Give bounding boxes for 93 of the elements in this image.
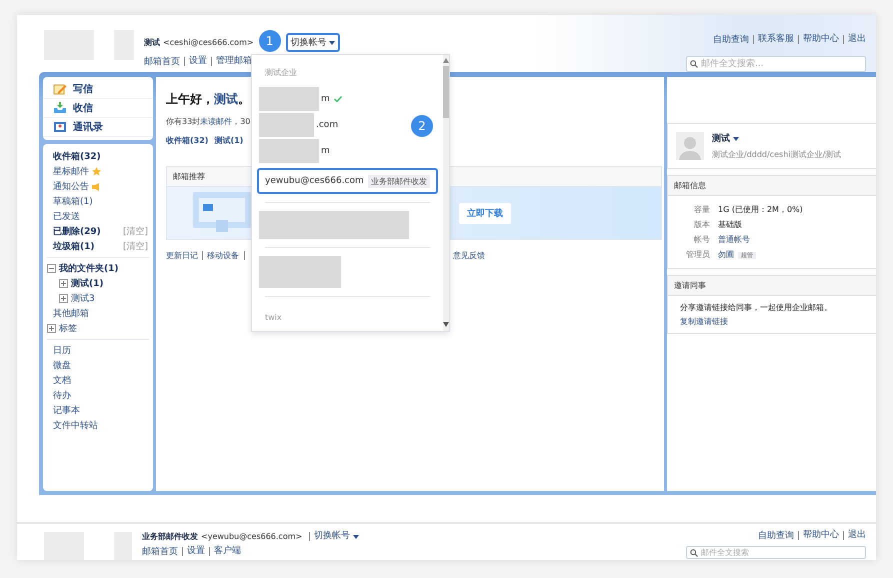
group-label: twix [264, 312, 283, 324]
search-icon [690, 60, 698, 68]
folder-link[interactable]: 我的文件夹(1) [59, 262, 118, 275]
nav-link[interactable]: 客户端 [209, 547, 241, 556]
nav-link[interactable]: 自助查询 [758, 529, 794, 542]
caret-icon [328, 40, 335, 44]
logo-placeholder [114, 532, 132, 560]
unread-text: 你有33封未读邮件，30 [166, 116, 250, 127]
scroll-up-icon[interactable] [443, 58, 449, 63]
inbox-tray-icon [53, 102, 67, 114]
redacted-block [259, 87, 319, 111]
nav-link[interactable]: 退出 [843, 35, 866, 44]
logo-placeholder [44, 532, 84, 560]
nav-link[interactable]: 邮箱首页 [142, 545, 178, 558]
scrollbar[interactable] [442, 55, 449, 331]
nav-link[interactable]: 联系客服 [753, 35, 794, 44]
step-badge: 1 [258, 30, 281, 52]
nav-link[interactable]: 帮助中心 [798, 35, 839, 44]
folder-link[interactable]: 测试3 [71, 292, 95, 305]
footer-link[interactable]: 意见反馈 [453, 250, 485, 261]
star-icon [92, 167, 101, 176]
info-value: 基础版 [718, 220, 742, 229]
folder-link[interactable]: 测试(1) [71, 277, 104, 290]
app-link[interactable]: 文件中转站 [53, 419, 98, 432]
folder-link[interactable]: 已删除(29) [53, 225, 101, 238]
scroll-thumb[interactable] [442, 66, 449, 118]
folder-link[interactable]: 收件箱(32) [53, 150, 101, 163]
folder-link[interactable]: 通知公告 [53, 180, 89, 193]
nav-link[interactable]: 退出 [843, 531, 866, 540]
folder-link[interactable]: 标签 [59, 322, 77, 335]
expand-icon[interactable] [59, 279, 68, 288]
collapse-icon[interactable] [47, 264, 56, 273]
info-label: 管理员 [685, 249, 710, 260]
folder-link[interactable]: 测试(1) [214, 135, 244, 146]
pencil-note-icon [53, 83, 67, 95]
switch-account-link[interactable]: 切换帐号 [309, 532, 350, 541]
org-path: 测试企业/dddd/ceshi测试企业/测试 [712, 149, 842, 160]
redacted-block [259, 139, 319, 163]
app-link[interactable]: 日历 [53, 344, 71, 357]
user-name: 测试 [144, 37, 160, 48]
user-email: <yewubu@ces666.com> [201, 532, 302, 541]
folder-link[interactable]: 其他邮箱 [53, 307, 89, 320]
group-label: 测试企业 [264, 67, 298, 79]
folder-link[interactable]: 星标邮件 [53, 165, 89, 178]
folder-link[interactable]: 垃圾箱(1) [53, 240, 94, 253]
action-link[interactable]: 写信 [43, 80, 153, 99]
info-link[interactable]: 普通帐号 [718, 235, 750, 244]
redacted-block [259, 113, 314, 137]
nav-link[interactable]: 设置 [182, 547, 205, 556]
account-item[interactable]: yewubu@ces666.com 业务部邮件收发 [257, 168, 438, 194]
download-button[interactable]: 立即下载 [459, 202, 511, 224]
user-name: 业务部邮件收发 [142, 531, 198, 542]
footer-link[interactable]: 更新日记 [166, 250, 198, 261]
app-link[interactable]: 待办 [53, 389, 71, 402]
footer-link[interactable]: 移动设备 [202, 251, 239, 260]
invite-link[interactable]: 复制邀请链接 [680, 316, 728, 327]
folder-link[interactable]: 草稿箱(1) [53, 195, 93, 208]
nav-link[interactable]: 邮箱首页 [144, 55, 180, 68]
info-label: 帐号 [693, 234, 710, 245]
caret-icon [353, 534, 360, 538]
user-link[interactable]: 测试 [214, 92, 238, 106]
app-link[interactable]: 文档 [53, 374, 71, 387]
nav-link[interactable]: 帮助中心 [798, 531, 839, 540]
nav-link[interactable]: 设置 [184, 57, 207, 66]
folder-link[interactable]: 收件箱(32) [166, 135, 208, 146]
scroll-down-icon[interactable] [443, 322, 449, 327]
info-label: 容量 [693, 204, 710, 215]
avatar-silhouette-icon [676, 132, 704, 160]
switch-account-button[interactable]: 切换帐号 [286, 33, 340, 52]
card-title: 邀请同事 [668, 276, 876, 296]
expand-icon[interactable] [59, 294, 68, 303]
search-icon [690, 548, 698, 556]
search-field[interactable]: 邮件全文搜索... [686, 56, 866, 72]
caret-icon [733, 136, 739, 140]
info-value: 1G (已使用：2M，0%) [718, 205, 803, 214]
speaker-icon [92, 182, 101, 190]
app-link[interactable]: 记事本 [53, 404, 80, 417]
action-link[interactable]: 收信 [43, 99, 153, 118]
search-field[interactable]: 邮件全文搜索 [686, 546, 866, 559]
app-link[interactable]: 微盘 [53, 359, 71, 372]
profile-name: 测试 [712, 132, 730, 145]
card-title: 邮箱信息 [668, 176, 876, 196]
nav-link[interactable]: 自助查询 [713, 33, 749, 46]
info-link[interactable]: 勿圃 [718, 250, 734, 259]
action-link[interactable]: 通讯录 [43, 118, 153, 137]
info-label: 版本 [693, 219, 710, 230]
greeting-text: 上午好，测试。 [166, 91, 250, 108]
folder-link[interactable]: 已发送 [53, 210, 80, 223]
unread-link[interactable]: 未读邮件 [200, 117, 232, 126]
user-email: <ceshi@ces666.com> [163, 38, 254, 47]
contact-card-icon [53, 121, 67, 133]
invite-text: 分享邀请链接给同事，一起使用企业邮箱。 [680, 302, 832, 313]
expand-icon[interactable] [47, 324, 56, 333]
